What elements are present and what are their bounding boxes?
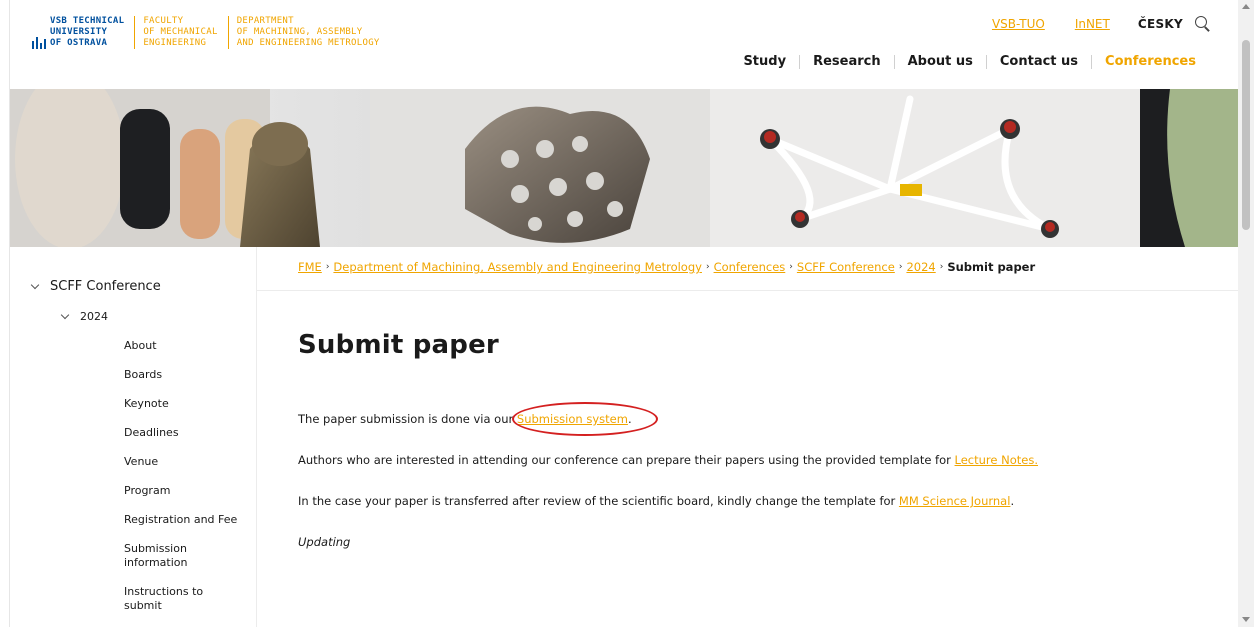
sidebar-item-scff-conference[interactable]: SCFF Conference: [30, 279, 161, 294]
sidebar-year-label: 2024: [80, 310, 108, 323]
sidebar-item-venue[interactable]: Venue: [124, 455, 244, 469]
breadcrumb-arrow-icon: ›: [898, 262, 903, 272]
breadcrumb-divider: [257, 290, 1238, 291]
vsb-mark-icon: [32, 26, 46, 49]
breadcrumb-scff[interactable]: SCFF Conference: [797, 260, 895, 274]
nav-contact-us[interactable]: Contact us: [1000, 54, 1078, 69]
page: VSB TECHNICAL UNIVERSITY OF OSTRAVA FACU…: [10, 0, 1238, 627]
breadcrumb-current: Submit paper: [947, 260, 1036, 274]
top-links: VSB-TUO InNET ČESKY: [962, 16, 1210, 31]
nav-separator: [893, 54, 895, 69]
breadcrumb-department[interactable]: Department of Machining, Assembly and En…: [333, 260, 702, 274]
sidebar-item-program[interactable]: Program: [124, 484, 244, 498]
scroll-down-icon[interactable]: [1242, 617, 1250, 622]
page-title: Submit paper: [298, 330, 499, 360]
site-logo[interactable]: VSB TECHNICAL UNIVERSITY OF OSTRAVA FACU…: [32, 16, 398, 49]
paragraph-end: .: [1010, 494, 1015, 508]
scroll-thumb[interactable]: [1242, 40, 1250, 230]
hero-banner-image: [10, 89, 1238, 247]
sidebar-item-keynote[interactable]: Keynote: [124, 397, 244, 411]
nav-study[interactable]: Study: [743, 54, 786, 69]
chevron-down-icon: [30, 280, 40, 290]
logo-faculty-line: FACULTY: [143, 16, 184, 26]
main-nav: Study Research About us Contact us Confe…: [743, 54, 1196, 69]
nav-about-us[interactable]: About us: [908, 54, 973, 69]
sidebar-item-boards[interactable]: Boards: [124, 368, 244, 382]
sidebar-item-deadlines[interactable]: Deadlines: [124, 426, 244, 440]
breadcrumb-2024[interactable]: 2024: [906, 260, 935, 274]
sidebar-item-instructions[interactable]: Instructions to submit: [124, 585, 244, 613]
logo-vsb-line: VSB TECHNICAL: [50, 16, 125, 26]
breadcrumb-fme[interactable]: FME: [298, 260, 322, 274]
sidebar: SCFF Conference 2024 About Boards Keynot…: [10, 247, 256, 627]
nav-separator: [985, 54, 987, 69]
updating-note: Updating: [298, 535, 351, 549]
highlight-annotation: [512, 402, 658, 436]
logo-department: DEPARTMENT OF MACHINING, ASSEMBLY AND EN…: [237, 16, 390, 49]
lecture-notes-link[interactable]: Lecture Notes.: [955, 453, 1038, 467]
logo-department-line: AND ENGINEERING METROLOGY: [236, 38, 380, 48]
page-scrollbar[interactable]: [1238, 0, 1254, 627]
sidebar-list: About Boards Keynote Deadlines Venue Pro…: [124, 339, 244, 627]
link-vsb-tuo[interactable]: VSB-TUO: [992, 17, 1045, 31]
nav-separator: [799, 54, 801, 69]
breadcrumb-arrow-icon: ›: [939, 262, 944, 272]
logo-department-line: DEPARTMENT: [236, 16, 294, 26]
breadcrumb-arrow-icon: ›: [325, 262, 330, 272]
search-icon[interactable]: [1195, 16, 1210, 31]
paragraph-text: The paper submission is done via our: [298, 412, 517, 426]
nav-conferences[interactable]: Conferences: [1105, 54, 1196, 69]
sidebar-item-submission-info[interactable]: Submission information: [124, 542, 244, 570]
window-edge: [0, 0, 10, 627]
nav-separator: [1091, 54, 1093, 69]
paragraph-template: Authors who are interested in attending …: [298, 453, 1038, 467]
paragraph-text: In the case your paper is transferred af…: [298, 494, 899, 508]
language-switch[interactable]: ČESKY: [1138, 17, 1183, 31]
nav-research[interactable]: Research: [813, 54, 881, 69]
sidebar-item-registration[interactable]: Registration and Fee: [124, 513, 244, 527]
sidebar-item-2024[interactable]: 2024: [60, 310, 108, 323]
logo-vsb-line: OF OSTRAVA: [50, 38, 108, 48]
sidebar-divider: [256, 247, 257, 627]
chevron-down-icon: [60, 310, 70, 320]
mm-science-journal-link[interactable]: MM Science Journal: [899, 494, 1011, 508]
link-innet[interactable]: InNET: [1075, 17, 1110, 31]
paragraph-journal: In the case your paper is transferred af…: [298, 494, 1014, 508]
logo-vsb: VSB TECHNICAL UNIVERSITY OF OSTRAVA: [32, 16, 136, 49]
breadcrumb-arrow-icon: ›: [789, 262, 793, 272]
banner-illustration: [10, 89, 1238, 247]
logo-department-line: OF MACHINING, ASSEMBLY: [236, 27, 363, 37]
logo-faculty: FACULTY OF MECHANICAL ENGINEERING: [143, 16, 229, 49]
logo-faculty-line: OF MECHANICAL: [143, 27, 218, 37]
sidebar-item-about[interactable]: About: [124, 339, 244, 353]
breadcrumb-conferences[interactable]: Conferences: [714, 260, 786, 274]
breadcrumb: FME › Department of Machining, Assembly …: [298, 260, 1035, 274]
logo-vsb-line: UNIVERSITY: [50, 27, 108, 37]
logo-faculty-line: ENGINEERING: [143, 38, 207, 48]
breadcrumb-arrow-icon: ›: [705, 262, 710, 272]
sidebar-root-label: SCFF Conference: [50, 279, 161, 294]
paragraph-text: Authors who are interested in attending …: [298, 453, 955, 467]
scroll-up-icon[interactable]: [1242, 4, 1250, 9]
